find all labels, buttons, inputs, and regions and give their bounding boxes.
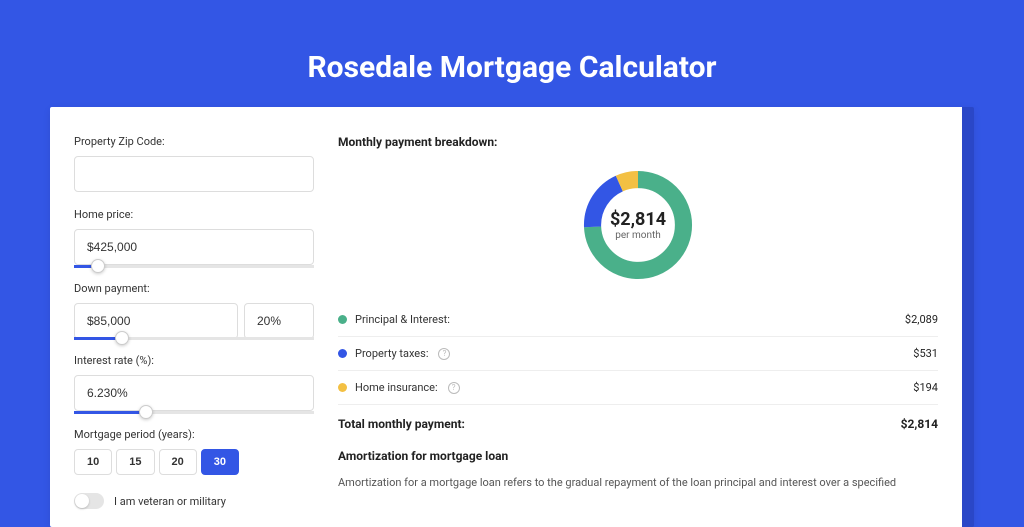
interest-rate-label: Interest rate (%):: [74, 354, 314, 367]
interest-rate-input[interactable]: [74, 375, 314, 411]
help-icon[interactable]: ?: [438, 348, 450, 360]
interest-rate-block: Interest rate (%):: [74, 354, 314, 414]
home-price-block: Home price:: [74, 208, 314, 268]
period-btn-10[interactable]: 10: [74, 449, 112, 475]
amort-text: Amortization for a mortgage loan refers …: [338, 475, 938, 492]
donut-sub: per month: [615, 230, 661, 241]
period-label: Mortgage period (years):: [74, 428, 314, 441]
period-btn-30[interactable]: 30: [201, 449, 239, 475]
legend-row-principal: Principal & Interest: $2,089: [338, 303, 938, 337]
calculator-card: Property Zip Code: Home price: Down paym…: [50, 107, 974, 527]
page-title: Rosedale Mortgage Calculator: [50, 50, 974, 85]
down-payment-slider-handle[interactable]: [115, 331, 129, 345]
form-panel: Property Zip Code: Home price: Down paym…: [74, 135, 314, 499]
home-price-input[interactable]: [74, 229, 314, 265]
legend-row-insurance: Home insurance: ? $194: [338, 371, 938, 405]
veteran-label: I am veteran or military: [114, 495, 226, 508]
help-icon[interactable]: ?: [448, 382, 460, 394]
veteran-toggle-knob: [75, 494, 89, 508]
legend-dot-taxes: [338, 349, 347, 358]
donut-center: $2,814 per month: [578, 165, 698, 285]
home-price-slider-handle[interactable]: [91, 259, 105, 273]
donut-value: $2,814: [610, 209, 666, 230]
total-row: Total monthly payment: $2,814: [338, 405, 938, 449]
zip-input[interactable]: [74, 156, 314, 192]
legend-value-insurance: $194: [913, 381, 938, 394]
interest-rate-slider-handle[interactable]: [139, 405, 153, 419]
zip-field-block: Property Zip Code:: [74, 135, 314, 194]
down-payment-slider[interactable]: [74, 337, 314, 340]
home-price-slider[interactable]: [74, 265, 314, 268]
legend-label-insurance: Home insurance:: [355, 381, 438, 394]
legend-label-taxes: Property taxes:: [355, 347, 428, 360]
donut-chart: $2,814 per month: [578, 165, 698, 285]
breakdown-title: Monthly payment breakdown:: [338, 135, 938, 149]
legend-value-principal: $2,089: [905, 313, 938, 326]
down-payment-pct-input[interactable]: [244, 303, 314, 339]
home-price-label: Home price:: [74, 208, 314, 221]
interest-rate-slider[interactable]: [74, 411, 314, 414]
period-block: Mortgage period (years): 10 15 20 30: [74, 428, 314, 475]
amort-title: Amortization for mortgage loan: [338, 449, 938, 463]
period-btn-20[interactable]: 20: [159, 449, 197, 475]
breakdown-panel: Monthly payment breakdown: $2,814 per mo…: [338, 135, 938, 499]
legend-value-taxes: $531: [913, 347, 938, 360]
veteran-toggle[interactable]: [74, 493, 104, 509]
legend-row-taxes: Property taxes: ? $531: [338, 337, 938, 371]
legend-dot-principal: [338, 315, 347, 324]
total-label: Total monthly payment:: [338, 417, 465, 431]
down-payment-amount-input[interactable]: [74, 303, 238, 339]
down-payment-label: Down payment:: [74, 282, 314, 295]
legend-label-principal: Principal & Interest:: [355, 313, 450, 326]
zip-label: Property Zip Code:: [74, 135, 314, 148]
period-options: 10 15 20 30: [74, 449, 314, 475]
period-btn-15[interactable]: 15: [116, 449, 154, 475]
legend-dot-insurance: [338, 383, 347, 392]
down-payment-block: Down payment:: [74, 282, 314, 340]
donut-wrap: $2,814 per month: [338, 165, 938, 285]
veteran-row: I am veteran or military: [74, 493, 314, 509]
total-value: $2,814: [901, 417, 938, 431]
